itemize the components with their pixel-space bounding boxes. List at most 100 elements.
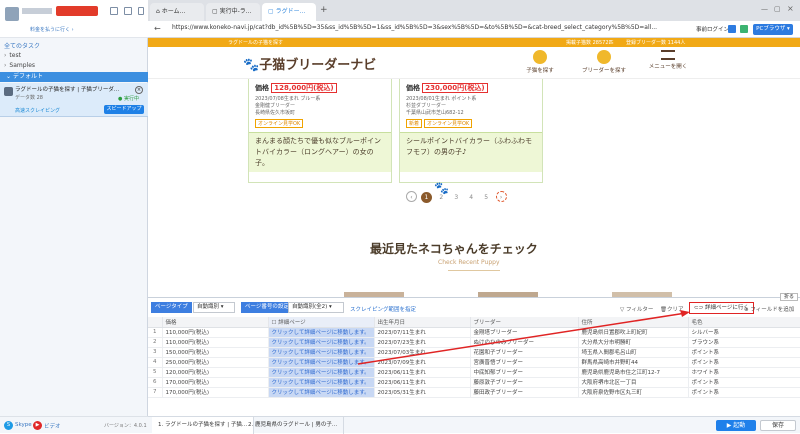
row-number[interactable]: 1 — [148, 327, 163, 338]
table-cell[interactable]: ブラウン系 — [688, 337, 800, 348]
tab-ragdoll[interactable]: ▢ ラグドー... — [262, 3, 316, 21]
table-cell[interactable]: ポイント系 — [688, 357, 800, 368]
table-cell[interactable]: 170,000円(税込) — [162, 387, 269, 398]
table-cell[interactable]: クリックして詳細ページに移動します。 — [268, 377, 375, 388]
tab-running[interactable]: ▢ 実行中-ラ... — [206, 3, 260, 21]
col-header[interactable]: 毛色 — [688, 317, 800, 328]
table-cell[interactable]: ポイント系 — [688, 347, 800, 358]
close-icon[interactable]: × — [135, 86, 143, 94]
table-cell[interactable]: ホワイト系 — [688, 367, 800, 378]
pager-page[interactable]: 2 — [436, 192, 447, 203]
pager-page[interactable]: 5 — [481, 192, 492, 203]
task-item[interactable]: ラグドールの子猫を探す | 子猫ブリーダ... × データ数 28 ● 実行中 … — [0, 83, 148, 117]
table-cell[interactable]: 大阪府堺市北区一丁目 — [578, 377, 689, 388]
table-cell[interactable]: 250,000円(税込) — [162, 357, 269, 368]
table-cell[interactable]: 中底知郁ブリーダー — [470, 367, 579, 378]
card-description[interactable]: まんまる顔たちで優も似なブルーポイントバイカラー（ロングヘアー）の女の子。 — [249, 132, 391, 172]
table-cell[interactable]: 埼玉県入間郡毛呂山町 — [578, 347, 689, 358]
table-cell[interactable]: 鹿児島県日置郡吹上町紀町 — [578, 327, 689, 338]
table-cell[interactable]: 2023/07/23生まれ — [374, 337, 471, 348]
video-icon[interactable]: ▶ — [33, 421, 42, 430]
avatar[interactable] — [5, 7, 19, 21]
table-cell[interactable]: ポイント系 — [688, 387, 800, 398]
row-number[interactable]: 7 — [148, 387, 163, 398]
start-button[interactable]: ▶ 起動 — [716, 420, 756, 431]
task-name[interactable]: ラグドールの子猫を探す | 子猫ブリーダ... — [15, 85, 127, 93]
page-tab-1[interactable]: 1. ラグドールの子猫を探す | 子猫... — [152, 417, 255, 434]
table-cell[interactable]: 2023/07/03生まれ — [374, 347, 471, 358]
page-count-select[interactable]: 自動識別(全2) ▾ — [288, 302, 344, 313]
fold-button[interactable]: 折る — [780, 293, 798, 301]
table-row[interactable]: 5 120,000円(税込) クリックして詳細ページに移動します。 2023/06/1… — [148, 367, 800, 378]
pager-prev[interactable]: ‹ — [406, 191, 417, 202]
row-number[interactable]: 2 — [148, 337, 163, 348]
speed-up-button[interactable]: スピードアップ — [104, 105, 144, 114]
card-description[interactable]: シールポイントバイカラー（ふわふわモフモフ）の男の子♪ — [400, 132, 542, 172]
table-cell[interactable]: クリックして詳細ページに移動します。 — [268, 337, 375, 348]
video-link[interactable]: ビデオ — [44, 422, 61, 430]
pager-page[interactable]: 4 — [466, 192, 477, 203]
new-tab-icon[interactable]: + — [320, 5, 328, 15]
collapse-icon[interactable] — [138, 7, 144, 15]
table-cell[interactable]: 大阪府泉佐野市区丸三町 — [578, 387, 689, 398]
table-cell[interactable]: 金剛塔ブリーダー — [470, 327, 579, 338]
nav-find-kitten[interactable]: 子猫を探す — [514, 50, 566, 74]
folder-icon[interactable] — [124, 7, 132, 15]
clear-button[interactable]: 🗑クリア — [660, 305, 684, 313]
table-cell[interactable]: クリックして詳細ページに移動します。 — [268, 327, 375, 338]
plan-badge[interactable] — [56, 6, 98, 16]
table-cell[interactable]: 120,000円(税込) — [162, 367, 269, 378]
nav-menu[interactable]: メニューを開く — [642, 50, 694, 70]
pager-next[interactable]: › — [495, 191, 507, 202]
col-header[interactable]: ☐ 詳細ページ — [268, 317, 375, 328]
table-cell[interactable]: 花園和子ブリーダー — [470, 347, 579, 358]
table-cell[interactable]: 2023/05/31生まれ — [374, 387, 471, 398]
table-cell[interactable]: 150,000円(税込) — [162, 347, 269, 358]
table-cell[interactable]: 2023/06/11生まれ — [374, 367, 471, 378]
folder-samples[interactable]: › Samples — [4, 62, 35, 69]
table-row[interactable]: 2 110,000円(税込) クリックして詳細ページに移動します。 2023/07/2… — [148, 337, 800, 348]
row-number[interactable]: 6 — [148, 377, 163, 388]
folder-default[interactable]: ⌄ デフォルト — [0, 72, 148, 82]
refresh-icon[interactable] — [740, 25, 748, 33]
filter-button[interactable]: ▽ フィルター — [620, 305, 653, 313]
col-header[interactable]: 出生年月日 — [374, 317, 471, 328]
scrape-range-link[interactable]: スクレイピング範囲を指定 — [350, 305, 416, 313]
table-cell[interactable]: 170,000円(税込) — [162, 377, 269, 388]
kitten-card[interactable]: 価格 128,000円(税込) 2023/07/08生まれ ブルー系 金剛健ブリー… — [248, 79, 392, 183]
folder-test[interactable]: › test — [4, 52, 21, 59]
table-row[interactable]: 7 170,000円(税込) クリックして詳細ページに移動します。 2023/05/3… — [148, 387, 800, 398]
table-cell[interactable]: 群馬県高崎市井野町44 — [578, 357, 689, 368]
minimize-icon[interactable]: — — [761, 5, 768, 13]
row-number[interactable]: 4 — [148, 357, 163, 368]
table-cell[interactable]: 2023/07/11生まれ — [374, 327, 471, 338]
col-header[interactable]: 住所 — [578, 317, 689, 328]
kitten-card[interactable]: 価格 230,000円(税込) 2023/08/01生まれ ポイント系 杉並ダブリ… — [399, 79, 543, 183]
table-cell[interactable]: クリックして詳細ページに移動します。 — [268, 347, 375, 358]
table-cell[interactable]: 110,000円(税込) — [162, 337, 269, 348]
maximize-icon[interactable]: ▢ — [774, 5, 781, 13]
table-cell[interactable]: シルバー系 — [688, 327, 800, 338]
page-tab-2[interactable]: 2. 鹿児島県のラグドール | 男の子... — [242, 417, 345, 434]
all-tasks-label[interactable]: 全てのタスク — [4, 41, 40, 50]
table-cell[interactable]: 藤原敦子ブリーダー — [470, 377, 579, 388]
page-type-select[interactable]: 自動識別 ▾ — [193, 302, 235, 313]
tab-home[interactable]: ⌂ ホーム... — [150, 3, 204, 21]
table-row[interactable]: 3 150,000円(税込) クリックして詳細ページに移動します。 2023/07/0… — [148, 347, 800, 358]
pager-page[interactable]: 3 — [451, 192, 462, 203]
pay-link[interactable]: 料金を払うに行く › — [30, 26, 74, 33]
table-cell[interactable]: クリックして詳細ページに移動します。 — [268, 387, 375, 398]
table-cell[interactable]: 藤田政子ブリーダー — [470, 387, 579, 398]
save-button[interactable]: 保存 — [760, 420, 796, 431]
row-number[interactable]: 3 — [148, 347, 163, 358]
login-button[interactable]: 事前ログイン — [696, 25, 729, 33]
table-row[interactable]: 6 170,000円(税込) クリックして詳細ページに移動します。 2023/06/1… — [148, 377, 800, 388]
col-header[interactable]: ブリーダー — [470, 317, 579, 328]
table-row[interactable]: 1 110,000円(税込) クリックして詳細ページに移動します。 2023/07/1… — [148, 327, 800, 338]
table-cell[interactable]: 110,000円(税込) — [162, 327, 269, 338]
skype-link[interactable]: Skype — [15, 422, 32, 428]
nav-find-breeder[interactable]: ブリーダーを探す — [578, 50, 630, 74]
table-cell[interactable]: 鹿児島県鹿児島市住之江町12-7 — [578, 367, 689, 378]
close-window-icon[interactable]: × — [787, 4, 794, 13]
row-number[interactable]: 5 — [148, 367, 163, 378]
